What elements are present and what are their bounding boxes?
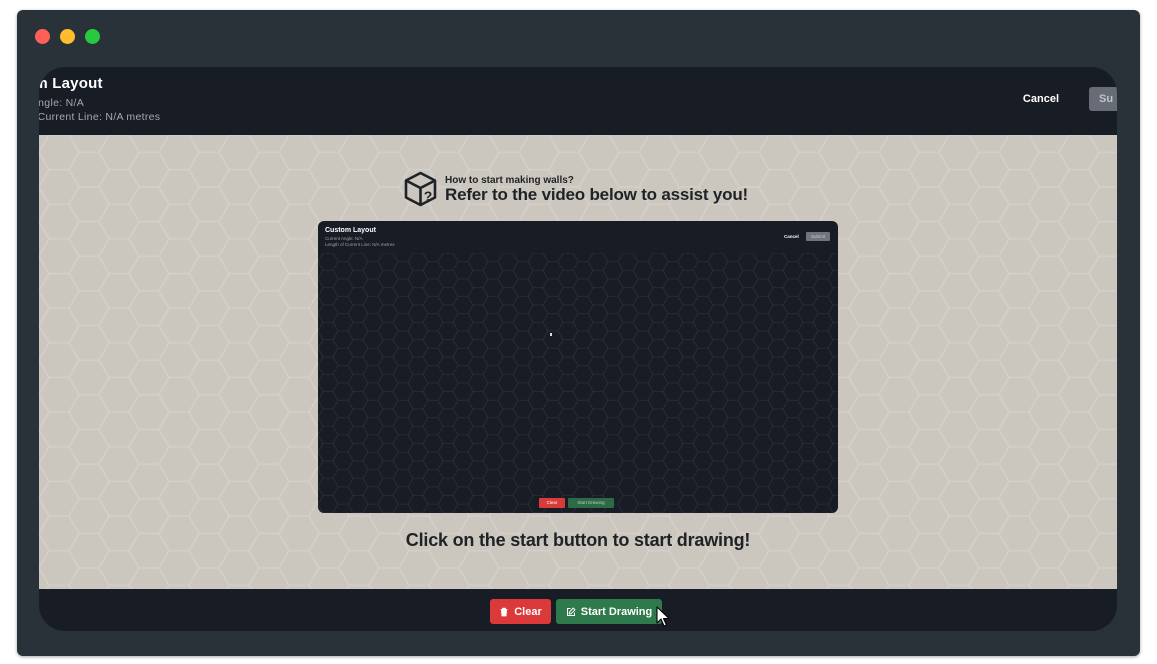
tutorial-video[interactable]: Custom Layout Current Angle: N/A Length … <box>318 221 838 513</box>
help-text: How to start making walls? Refer to the … <box>445 175 748 204</box>
video-title: Custom Layout <box>325 227 376 234</box>
line-length-text: of Current Line: N/A metres <box>39 111 161 123</box>
help-title: Refer to the video below to assist you! <box>445 184 748 204</box>
submit-button[interactable]: Su <box>1089 87 1117 111</box>
video-submit-label: Submit <box>806 232 830 241</box>
video-cursor-icon <box>550 333 552 336</box>
video-cancel-label: Cancel <box>784 234 799 239</box>
video-clear-label: Clear <box>539 498 565 508</box>
close-window-button[interactable] <box>35 29 50 44</box>
edit-icon <box>566 607 576 616</box>
drawing-canvas[interactable]: ? How to start making walls? Refer to th… <box>39 135 1117 589</box>
minimize-window-button[interactable] <box>60 29 75 44</box>
clear-button-label: Clear <box>514 605 542 618</box>
box-question-icon: ? <box>404 171 437 207</box>
current-angle-text: : Angle: N/A <box>39 97 85 109</box>
window-controls <box>35 29 100 44</box>
svg-text:?: ? <box>424 188 433 204</box>
clear-button[interactable]: Clear <box>490 599 551 624</box>
trash-icon <box>500 607 508 616</box>
help-question: How to start making walls? <box>445 174 574 186</box>
page-title: om Layout <box>39 75 103 92</box>
video-start-label: Start Drawing <box>568 498 614 508</box>
video-hex-grid <box>318 253 838 513</box>
mouse-pointer-icon <box>656 606 670 627</box>
help-heading: ? How to start making walls? Refer to th… <box>403 171 748 207</box>
start-drawing-label: Start Drawing <box>580 605 653 618</box>
start-drawing-button[interactable]: Start Drawing <box>556 599 662 624</box>
app-window: om Layout : Angle: N/A of Current Line: … <box>17 10 1140 656</box>
modal-header: om Layout : Angle: N/A of Current Line: … <box>39 67 1117 135</box>
cancel-button[interactable]: Cancel <box>1017 89 1065 109</box>
custom-layout-modal: om Layout : Angle: N/A of Current Line: … <box>39 67 1117 631</box>
video-angle-text: Current Angle: N/A <box>325 236 363 241</box>
video-length-text: Length of Current Line: N/A metres <box>325 242 395 247</box>
modal-footer: Clear Start Drawing <box>39 589 1117 631</box>
maximize-window-button[interactable] <box>85 29 100 44</box>
layout-info: om Layout : Angle: N/A of Current Line: … <box>39 75 160 123</box>
instruction-text: Click on the start button to start drawi… <box>405 530 751 550</box>
